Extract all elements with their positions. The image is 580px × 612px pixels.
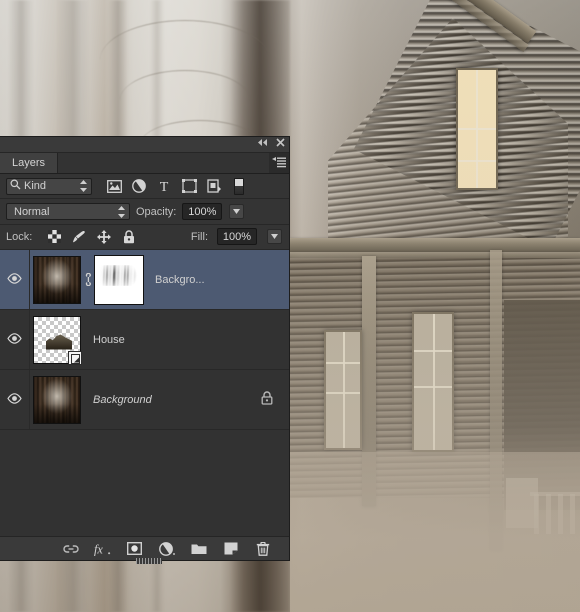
search-icon	[10, 179, 21, 193]
fill-value[interactable]: 100%	[218, 231, 256, 243]
blend-mode-label: Normal	[14, 205, 50, 218]
filter-kind-label: Kind	[24, 180, 47, 193]
window-rail	[458, 160, 496, 162]
blend-mode-select[interactable]: Normal	[6, 203, 130, 221]
fill-dropdown-arrow[interactable]	[267, 229, 282, 245]
layer-row-background[interactable]: Background	[0, 370, 289, 431]
layer-visibility-toggle[interactable]	[0, 310, 30, 370]
ground-path	[290, 452, 580, 612]
eye-icon	[7, 332, 22, 347]
layer-filter-row: Kind T	[0, 174, 289, 200]
lock-transparent-pixels-icon[interactable]	[47, 230, 61, 244]
layer-list: Backgro... House Background	[0, 250, 289, 561]
panel-titlebar	[0, 137, 289, 153]
eye-icon	[7, 392, 22, 407]
link-layers-icon[interactable]	[62, 540, 79, 557]
house-thumbnail-shape	[46, 334, 72, 350]
opacity-label: Opacity:	[136, 205, 177, 218]
lock-all-icon[interactable]	[122, 230, 136, 244]
window-rail	[414, 350, 452, 352]
fill-field[interactable]: 100%	[217, 228, 257, 246]
lock-position-icon[interactable]	[97, 229, 112, 244]
layer-row-background-copy[interactable]: Backgro...	[0, 250, 289, 311]
filter-kind-select[interactable]: Kind	[6, 177, 92, 195]
new-adjustment-layer-icon[interactable]	[158, 540, 175, 557]
filter-enable-toggle[interactable]	[234, 177, 244, 195]
tab-layers[interactable]: Layers	[0, 152, 59, 174]
window-rail	[414, 386, 452, 388]
layer-style-fx-icon[interactable]: fx	[94, 540, 111, 557]
layer-mask-thumbnail[interactable]	[94, 254, 144, 305]
window-rail	[326, 392, 360, 394]
layer-row-house[interactable]: House	[0, 310, 289, 371]
blend-mode-stepper[interactable]	[118, 205, 126, 218]
layer-visibility-toggle[interactable]	[0, 250, 30, 310]
filter-adjustment-icon[interactable]	[131, 178, 147, 194]
layer-thumbnail[interactable]	[33, 375, 81, 424]
lock-image-pixels-icon[interactable]	[72, 230, 86, 244]
lock-label: Lock:	[6, 230, 33, 243]
layer-name-label[interactable]: Backgro...	[155, 274, 289, 286]
opacity-field[interactable]: 100%	[182, 203, 223, 221]
layer-thumbnail-wrap[interactable]	[33, 315, 82, 365]
tree-branch	[100, 20, 270, 100]
window-rail	[326, 362, 360, 364]
svg-text:T: T	[160, 180, 169, 193]
layer-name-label[interactable]: House	[93, 334, 289, 346]
layer-locked-icon	[261, 391, 273, 408]
lock-buttons	[47, 229, 136, 244]
collapse-icon[interactable]	[257, 138, 268, 147]
tab-empty-area	[58, 152, 269, 174]
delete-layer-trash-icon[interactable]	[254, 540, 271, 557]
layer-visibility-toggle[interactable]	[0, 370, 30, 430]
lower-middle-window	[412, 312, 454, 452]
window-mullion	[343, 332, 345, 448]
layers-panel-footer: fx	[0, 536, 289, 564]
layer-thumbnail-wrap[interactable]	[33, 255, 81, 304]
svg-text:fx: fx	[94, 542, 103, 555]
layer-thumbnail-wrap[interactable]	[33, 375, 81, 424]
tab-layers-label: Layers	[12, 156, 46, 169]
opacity-dropdown-arrow[interactable]	[229, 204, 245, 220]
eave-soffit	[290, 238, 580, 252]
new-group-folder-icon[interactable]	[190, 540, 207, 557]
mask-brush-strokes	[99, 264, 139, 286]
opacity-value[interactable]: 100%	[183, 206, 221, 218]
filter-kind-stepper[interactable]	[80, 180, 88, 193]
filter-type-icons: T	[106, 178, 222, 194]
fill-label: Fill:	[190, 230, 208, 243]
house-subject	[290, 0, 580, 612]
layer-name-label[interactable]: Background	[93, 394, 261, 406]
close-icon[interactable]	[276, 138, 285, 147]
new-layer-icon[interactable]	[222, 540, 239, 557]
filter-pixel-icon[interactable]	[106, 178, 122, 194]
layer-thumbnail[interactable]	[33, 255, 81, 304]
mask-link-icon[interactable]	[81, 273, 95, 287]
add-layer-mask-icon[interactable]	[126, 540, 143, 557]
filter-smart-object-icon[interactable]	[206, 178, 222, 194]
smart-object-badge-icon	[68, 350, 82, 365]
eye-icon	[7, 272, 22, 287]
lock-fill-row: Lock: Fill: 100%	[0, 224, 289, 251]
blend-opacity-row: Normal Opacity: 100%	[0, 199, 289, 225]
filter-type-icon[interactable]: T	[156, 178, 172, 194]
panel-resize-grip[interactable]	[136, 558, 162, 564]
window-mullion	[433, 314, 435, 450]
filter-shape-icon[interactable]	[181, 178, 197, 194]
layers-panel: Layers Kind T Normal Opacity: 100% Lock:…	[0, 136, 290, 564]
attic-window	[456, 68, 498, 190]
lower-left-window	[324, 330, 362, 450]
panel-menu-icon[interactable]	[269, 153, 289, 173]
window-rail	[458, 128, 496, 130]
panel-tab-row: Layers	[0, 152, 289, 175]
